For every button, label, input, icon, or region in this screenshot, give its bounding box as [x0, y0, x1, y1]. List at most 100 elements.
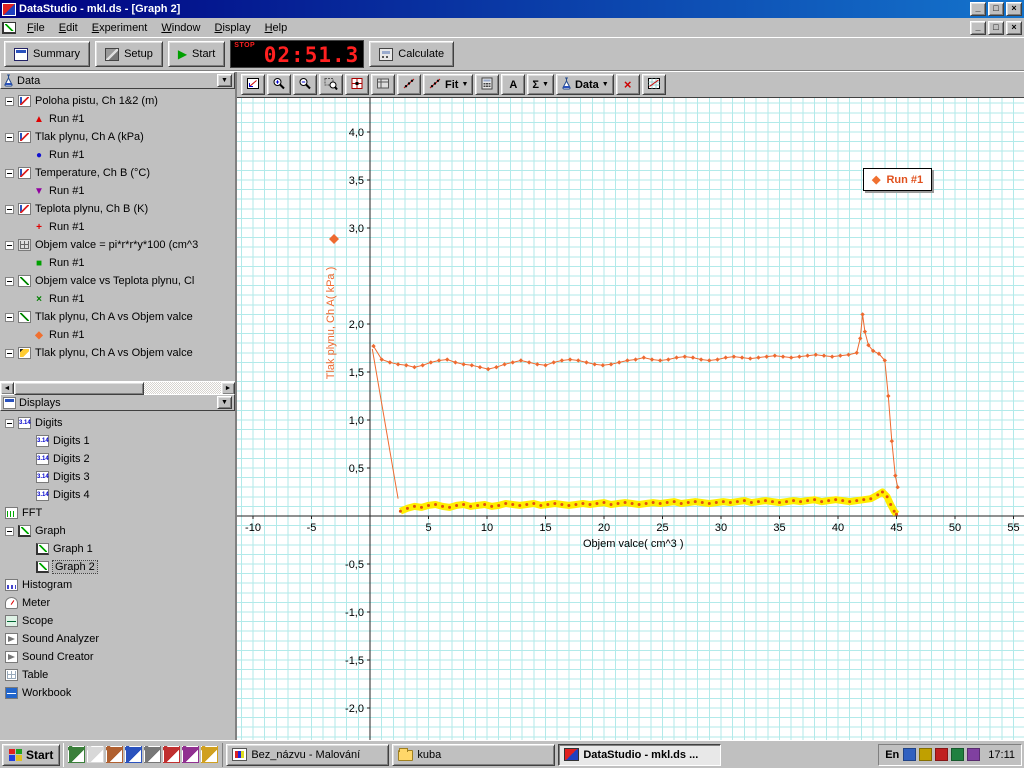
- menu-item-display[interactable]: Display: [208, 20, 258, 36]
- zoom-select-button[interactable]: [319, 74, 343, 95]
- tree-collapse-icon[interactable]: [5, 169, 14, 178]
- display-item[interactable]: Meter: [0, 594, 235, 612]
- keyboard-icon[interactable]: [903, 748, 916, 761]
- tree-collapse-icon[interactable]: [5, 313, 14, 322]
- tree-collapse-icon[interactable]: [5, 205, 14, 214]
- task-button[interactable]: DataStudio - mkl.ds ...: [558, 744, 721, 766]
- quicklaunch-icon-8[interactable]: [201, 746, 218, 763]
- graph-canvas[interactable]: -10-55101520253035404550554,03,53,02,01,…: [237, 98, 1024, 740]
- display-item[interactable]: FFT: [0, 504, 235, 522]
- data-run-item[interactable]: ■Run #1: [0, 254, 235, 272]
- child-restore-button[interactable]: □: [988, 21, 1004, 35]
- child-window-icon[interactable]: [2, 22, 16, 34]
- tree-collapse-icon[interactable]: [5, 97, 14, 106]
- display-item[interactable]: Scope: [0, 612, 235, 630]
- tree-collapse-icon[interactable]: [5, 133, 14, 142]
- quicklaunch-icon-4[interactable]: [125, 746, 142, 763]
- display-item[interactable]: Sound Creator: [0, 648, 235, 666]
- data-item[interactable]: Temperature, Ch B (°C): [0, 164, 235, 182]
- displays-panel-header[interactable]: Displays ▼: [0, 394, 235, 411]
- data-panel-dropdown-button[interactable]: ▼: [217, 74, 232, 87]
- task-button[interactable]: kuba: [392, 744, 555, 766]
- data-item[interactable]: Objem valce vs Teplota plynu, Cl: [0, 272, 235, 290]
- display-item[interactable]: Digits: [0, 414, 235, 432]
- menu-item-help[interactable]: Help: [258, 20, 295, 36]
- display-subitem[interactable]: Graph 2: [0, 558, 235, 576]
- data-item[interactable]: Tlak plynu, Ch A vs Objem valce: [0, 308, 235, 326]
- graph-legend[interactable]: ◆ Run #1: [863, 168, 932, 191]
- display-item[interactable]: Sound Analyzer: [0, 630, 235, 648]
- scrollbar-thumb[interactable]: [14, 382, 144, 395]
- data-run-item[interactable]: ×Run #1: [0, 290, 235, 308]
- data-run-item[interactable]: ▲Run #1: [0, 110, 235, 128]
- fit-menu-button[interactable]: Fit▼: [423, 74, 473, 95]
- quicklaunch-icon-3[interactable]: [106, 746, 123, 763]
- data-menu-button[interactable]: Data▼: [556, 74, 614, 95]
- graph-plot-area[interactable]: -10-55101520253035404550554,03,53,02,01,…: [237, 98, 1024, 740]
- data-run-item[interactable]: +Run #1: [0, 218, 235, 236]
- data-item[interactable]: Tlak plynu, Ch A (kPa): [0, 128, 235, 146]
- child-close-button[interactable]: ×: [1006, 21, 1022, 35]
- data-item[interactable]: Objem valce = pi*r*r*y*100 (cm^3: [0, 236, 235, 254]
- data-run-item[interactable]: ◆Run #1: [0, 326, 235, 344]
- data-item[interactable]: Teplota plynu, Ch B (K): [0, 200, 235, 218]
- display-subitem[interactable]: Digits 3: [0, 468, 235, 486]
- svg-text:0,5: 0,5: [349, 463, 364, 475]
- minimize-button[interactable]: _: [970, 2, 986, 16]
- quicklaunch-icon-2[interactable]: [87, 746, 104, 763]
- data-item[interactable]: Poloha pistu, Ch 1&2 (m): [0, 92, 235, 110]
- display-subitem[interactable]: Graph 1: [0, 540, 235, 558]
- display-item[interactable]: Workbook: [0, 684, 235, 702]
- child-minimize-button[interactable]: _: [970, 21, 986, 35]
- displays-panel-dropdown-button[interactable]: ▼: [217, 396, 232, 409]
- data-item[interactable]: Tlak plynu, Ch A vs Objem valce: [0, 344, 235, 362]
- menu-item-edit[interactable]: Edit: [52, 20, 85, 36]
- calculate-button[interactable]: Calculate: [369, 41, 454, 67]
- quicklaunch-icon-5[interactable]: [144, 746, 161, 763]
- display-subitem[interactable]: Digits 1: [0, 432, 235, 450]
- statistics-menu-button[interactable]: Σ▼: [527, 74, 554, 95]
- menu-item-file[interactable]: File: [20, 20, 52, 36]
- display-subitem[interactable]: Digits 2: [0, 450, 235, 468]
- delete-button[interactable]: ×: [616, 74, 640, 95]
- quicklaunch-icon-6[interactable]: [163, 746, 180, 763]
- setup-button[interactable]: Setup: [95, 41, 163, 67]
- scale-to-fit-button[interactable]: [241, 74, 265, 95]
- display-item[interactable]: Graph: [0, 522, 235, 540]
- keyboard-layout-indicator[interactable]: En: [885, 749, 899, 761]
- slope-tool-button[interactable]: [397, 74, 421, 95]
- zoom-out-button[interactable]: [293, 74, 317, 95]
- display-settings-icon[interactable]: [967, 748, 980, 761]
- quicklaunch-icon-7[interactable]: [182, 746, 199, 763]
- volume-icon[interactable]: [951, 748, 964, 761]
- summary-button[interactable]: Summary: [4, 41, 90, 67]
- tree-collapse-icon[interactable]: [5, 241, 14, 250]
- quicklaunch-icon-1[interactable]: [68, 746, 85, 763]
- menu-item-experiment[interactable]: Experiment: [85, 20, 155, 36]
- graph-settings-button[interactable]: [642, 74, 666, 95]
- smart-tool-button[interactable]: [345, 74, 369, 95]
- antivirus-icon[interactable]: [935, 748, 948, 761]
- close-button[interactable]: ×: [1006, 2, 1022, 16]
- tree-collapse-icon[interactable]: [5, 527, 14, 536]
- tree-collapse-icon[interactable]: [5, 349, 14, 358]
- maximize-button[interactable]: □: [988, 2, 1004, 16]
- scheduler-icon[interactable]: [919, 748, 932, 761]
- menu-item-window[interactable]: Window: [154, 20, 207, 36]
- display-subitem[interactable]: Digits 4: [0, 486, 235, 504]
- display-item[interactable]: Table: [0, 666, 235, 684]
- text-tool-button[interactable]: A: [501, 74, 525, 95]
- display-item[interactable]: Histogram: [0, 576, 235, 594]
- task-button[interactable]: Bez_názvu - Malování: [226, 744, 389, 766]
- calculate-tool-button[interactable]: [475, 74, 499, 95]
- start-button[interactable]: ▶ Start: [168, 41, 225, 67]
- annotation-tool-button[interactable]: [371, 74, 395, 95]
- tree-collapse-icon[interactable]: [5, 419, 14, 428]
- tree-collapse-icon[interactable]: [5, 277, 14, 286]
- data-panel-header[interactable]: Data ▼: [0, 72, 235, 89]
- data-run-item[interactable]: ●Run #1: [0, 146, 235, 164]
- data-run-item[interactable]: ▼Run #1: [0, 182, 235, 200]
- scrollbar-track[interactable]: [14, 382, 221, 394]
- zoom-in-button[interactable]: [267, 74, 291, 95]
- start-menu-button[interactable]: Start: [2, 744, 60, 766]
